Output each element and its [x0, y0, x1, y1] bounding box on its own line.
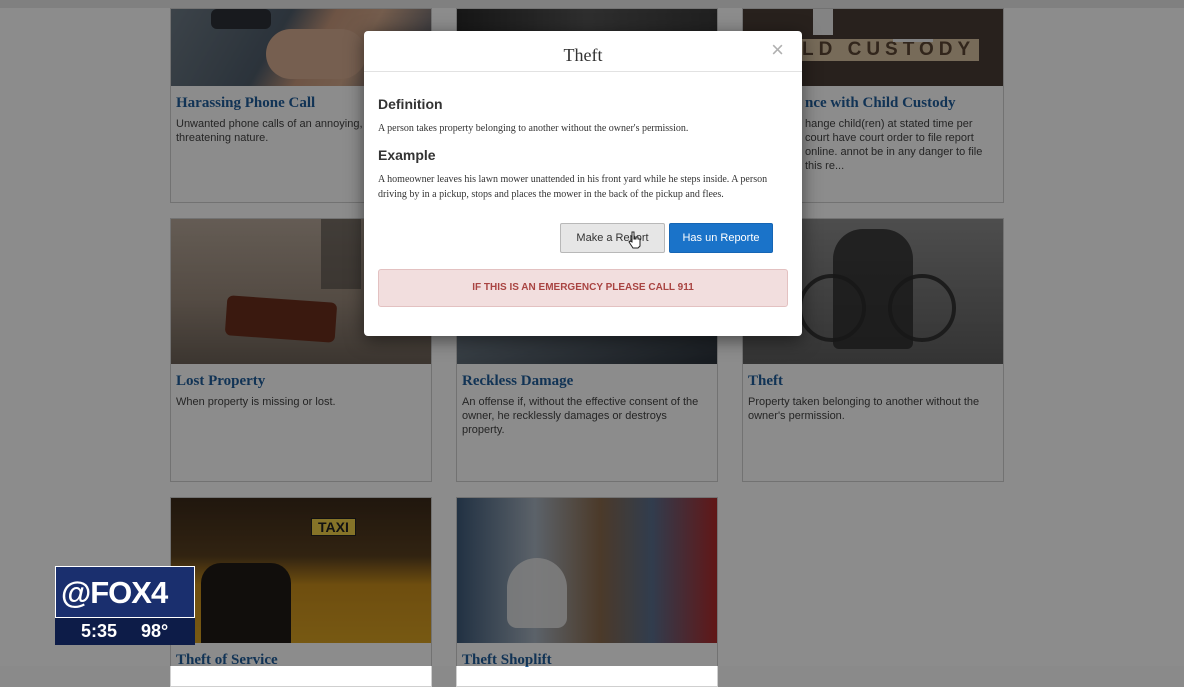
- fox4-news-badge: @FOX4 5:35 98°: [55, 566, 195, 645]
- time-temp-strip: 5:35 98°: [55, 618, 195, 645]
- fox4-logo-text: @FOX4: [61, 575, 168, 610]
- has-un-reporte-button[interactable]: Has un Reporte: [669, 223, 773, 253]
- make-a-report-button[interactable]: Make a Report: [560, 223, 665, 253]
- fox4-logo: @FOX4: [55, 566, 195, 618]
- broadcast-time: 5:35: [81, 621, 118, 641]
- emergency-alert: IF THIS IS AN EMERGENCY PLEASE CALL 911: [378, 269, 788, 307]
- close-icon[interactable]: ×: [771, 37, 784, 63]
- example-heading: Example: [378, 147, 436, 163]
- definition-heading: Definition: [378, 96, 443, 112]
- example-text: A homeowner leaves his lawn mower unatte…: [378, 174, 768, 200]
- temperature: 98°: [141, 621, 169, 641]
- hand-cursor-icon: [628, 231, 641, 249]
- definition-text: A person takes property belonging to ano…: [378, 123, 689, 134]
- modal-header: Theft ×: [364, 31, 802, 72]
- modal-title: Theft: [563, 45, 603, 65]
- theft-modal: Theft × Definition A person takes proper…: [364, 31, 802, 336]
